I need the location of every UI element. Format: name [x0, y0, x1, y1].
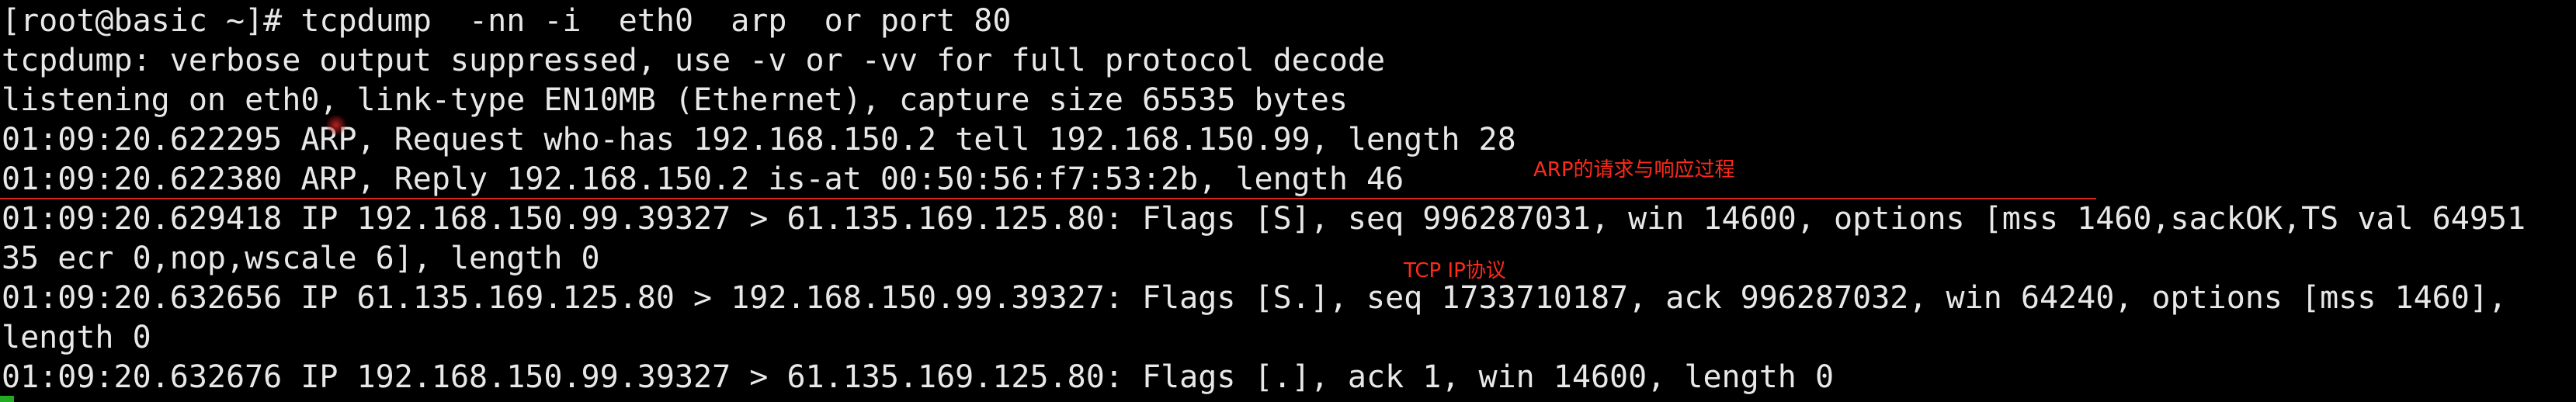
- terminal-line-tcp-syn-cont: 35 ecr 0,nop,wscale 6], length 0: [2, 241, 600, 276]
- terminal-line-tcp-syn: 01:09:20.629418 IP 192.168.150.99.39327 …: [2, 201, 2526, 237]
- terminal-line-output: tcpdump: verbose output suppressed, use …: [2, 43, 1386, 78]
- arp-annotation-label: ARP的请求与响应过程: [1533, 158, 1735, 182]
- annotation-underline: [0, 198, 2096, 199]
- terminal-line-arp-request: 01:09:20.622295 ARP, Request who-has 192…: [2, 122, 1516, 158]
- terminal-line-tcp-syn-ack-cont: length 0: [2, 320, 151, 355]
- terminal-line-tcp-ack: 01:09:20.632676 IP 192.168.150.99.39327 …: [2, 359, 1835, 395]
- tcp-annotation-label: TCP IP协议: [1404, 259, 1506, 282]
- mouse-pointer-highlight: [326, 115, 346, 135]
- terminal-line-output: listening on eth0, link-type EN10MB (Eth…: [2, 82, 1348, 118]
- terminal-cursor: [0, 396, 14, 402]
- terminal-line-arp-reply: 01:09:20.622380 ARP, Reply 192.168.150.2…: [2, 161, 1404, 197]
- terminal-window[interactable]: [root@basic ~]# tcpdump -nn -i eth0 arp …: [0, 0, 2576, 402]
- terminal-line-command: [root@basic ~]# tcpdump -nn -i eth0 arp …: [2, 3, 1012, 39]
- terminal-line-tcp-syn-ack: 01:09:20.632656 IP 61.135.169.125.80 > 1…: [2, 280, 2507, 316]
